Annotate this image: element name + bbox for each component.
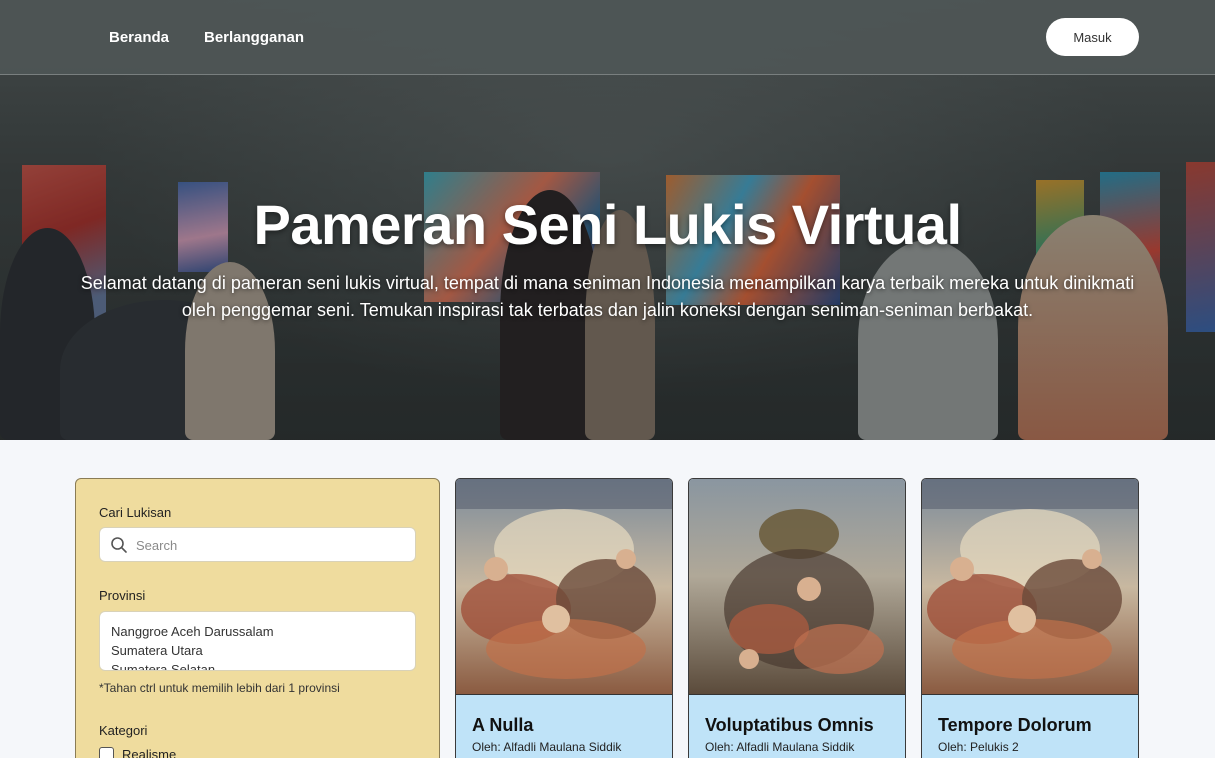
- province-option[interactable]: Sumatera Selatan: [111, 660, 404, 670]
- category-option-label: Realisme: [122, 747, 177, 758]
- painting-image: [456, 479, 672, 695]
- painting-image: [689, 479, 905, 695]
- province-label: Provinsi: [99, 588, 146, 603]
- painting-title: Tempore Dolorum: [938, 715, 1092, 735]
- painting-card[interactable]: Voluptatibus Omnis Oleh: Alfadli Maulana…: [688, 478, 906, 758]
- painting-author: Oleh: Alfadli Maulana Siddik: [705, 740, 855, 754]
- category-checkbox[interactable]: [99, 747, 114, 758]
- painting-image: [922, 479, 1138, 695]
- search-input[interactable]: [136, 535, 406, 555]
- filter-panel: Cari Lukisan Provinsi Nanggroe Aceh Daru…: [75, 478, 440, 758]
- hero-subtitle: Selamat datang di pameran seni lukis vir…: [80, 273, 1135, 320]
- painting-title: Voluptatibus Omnis: [705, 715, 874, 735]
- painting-author: Oleh: Alfadli Maulana Siddik: [472, 740, 622, 754]
- navbar: Beranda Berlangganan Masuk: [0, 0, 1215, 75]
- login-button[interactable]: Masuk: [1046, 18, 1139, 56]
- nav-link-berlangganan[interactable]: Berlangganan: [204, 29, 304, 46]
- province-multiselect[interactable]: Nanggroe Aceh Darussalam Sumatera Utara …: [99, 611, 416, 671]
- painting-title: A Nulla: [472, 715, 534, 735]
- search-label: Cari Lukisan: [99, 505, 172, 520]
- painting-card[interactable]: Tempore Dolorum Oleh: Pelukis 2: [921, 478, 1139, 758]
- painting-author: Oleh: Pelukis 2: [938, 740, 1019, 754]
- province-hint: *Tahan ctrl untuk memilih lebih dari 1 p…: [99, 681, 340, 695]
- search-icon: [111, 537, 127, 553]
- province-option[interactable]: Nanggroe Aceh Darussalam: [111, 622, 404, 641]
- category-option-realisme[interactable]: Realisme: [99, 747, 176, 758]
- province-option[interactable]: Sumatera Utara: [111, 641, 404, 660]
- search-box[interactable]: [99, 527, 416, 562]
- hero-title: Pameran Seni Lukis Virtual: [253, 193, 962, 256]
- category-label: Kategori: [99, 723, 148, 738]
- painting-card[interactable]: A Nulla Oleh: Alfadli Maulana Siddik: [455, 478, 673, 758]
- nav-link-beranda[interactable]: Beranda: [109, 29, 169, 46]
